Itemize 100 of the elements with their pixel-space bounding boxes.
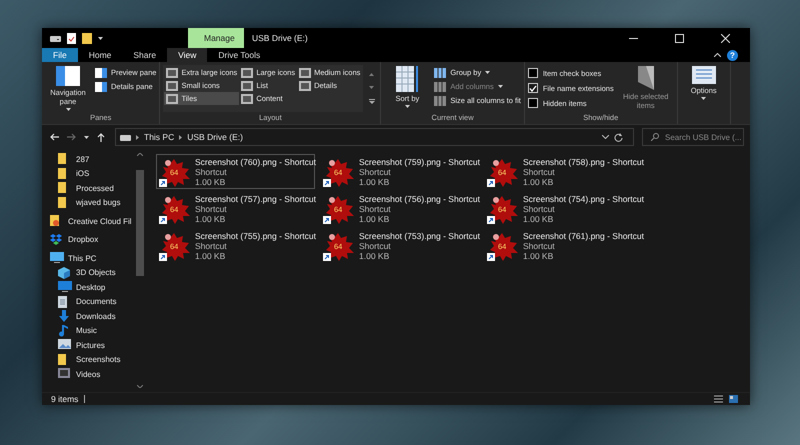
- item-count: 9 items: [51, 394, 78, 404]
- details-view-icon[interactable]: [714, 395, 723, 403]
- ribbon-tab[interactable]: Drive Tools: [207, 48, 272, 62]
- navigation-item[interactable]: wjaved bugs: [48, 196, 135, 210]
- caret-icon: [498, 85, 503, 88]
- sort-icon: [396, 66, 418, 92]
- hide-selected-icon: [638, 66, 654, 90]
- view-icon: [166, 68, 178, 78]
- back-arrow-icon[interactable]: [50, 133, 59, 141]
- shortcut-arrow-icon: [159, 178, 167, 186]
- navigation-item[interactable]: 3D Objects: [48, 266, 135, 280]
- downloads-icon: [58, 310, 72, 322]
- ribbon-tab[interactable]: Home: [78, 48, 122, 62]
- drive-icon[interactable]: [50, 34, 61, 42]
- pane-icon: [95, 68, 107, 78]
- file-size: 1.00 KB: [523, 176, 554, 186]
- scroll-down-icon: [137, 385, 143, 388]
- navigation-item[interactable]: Desktop: [48, 280, 135, 294]
- navigation-item[interactable]: This PC: [48, 251, 135, 266]
- scroll-down-icon[interactable]: [369, 86, 374, 89]
- maximize-icon[interactable]: [675, 34, 684, 42]
- expand-gallery-icon[interactable]: [369, 99, 376, 104]
- caret-icon[interactable]: [98, 36, 103, 40]
- close-icon[interactable]: [721, 34, 730, 42]
- navigation-item[interactable]: 287: [48, 152, 135, 166]
- dropdown-caret-icon[interactable]: [602, 135, 609, 139]
- search-icon: [651, 133, 659, 141]
- caret-icon: [404, 105, 410, 108]
- view-icon: [166, 94, 178, 104]
- tiles-view-icon[interactable]: [729, 395, 738, 403]
- chevron-icon: [136, 134, 139, 140]
- options-icon: [692, 66, 716, 84]
- view-icon: [241, 80, 254, 90]
- drive-icon: [120, 134, 131, 140]
- shortcut-arrow-icon: [487, 178, 495, 186]
- navigation-item[interactable]: Downloads: [48, 309, 135, 324]
- objects-icon: [58, 266, 72, 279]
- videos-icon: [58, 368, 72, 380]
- refresh-icon[interactable]: [614, 132, 623, 142]
- file-name: Screenshot (760).png - Shortcut: [195, 156, 316, 166]
- shortcut-arrow-icon: [323, 252, 331, 260]
- file-type: Shortcut: [359, 204, 392, 214]
- navigation-item[interactable]: Videos: [48, 367, 135, 382]
- file-size: 1.00 KB: [359, 250, 390, 260]
- view-icon: [241, 68, 254, 78]
- shortcut-arrow-icon: [323, 216, 331, 224]
- caret-icon: [485, 71, 490, 74]
- navigation-item[interactable]: Creative Cloud Fil: [48, 214, 135, 228]
- ribbon-tab[interactable]: Share: [122, 48, 168, 62]
- shortcut-arrow-icon: [487, 216, 495, 224]
- pc-icon: [50, 252, 64, 264]
- breadcrumb-link[interactable]: USB Drive (E:): [187, 132, 243, 142]
- up-arrow-icon[interactable]: [97, 132, 105, 142]
- file-size: 1.00 KB: [195, 176, 226, 186]
- caret-icon: [701, 97, 706, 100]
- context-tab-label: Manage: [188, 28, 244, 48]
- scroll-up-icon: [137, 153, 143, 156]
- scrollbar-thumb[interactable]: [136, 170, 144, 276]
- forward-arrow-icon[interactable]: [67, 133, 76, 141]
- window-title: USB Drive (E:): [252, 33, 309, 43]
- shortcut-arrow-icon: [159, 252, 167, 260]
- file-menu-tab[interactable]: File: [42, 48, 78, 62]
- navigation-item[interactable]: Dropbox: [48, 232, 135, 247]
- navigation-item[interactable]: Documents: [48, 294, 135, 309]
- collapse-ribbon-icon[interactable]: [714, 53, 721, 57]
- navigation-item[interactable]: Processed: [48, 181, 135, 196]
- ribbon-tab[interactable]: View: [167, 48, 208, 62]
- navigation-item[interactable]: iOS: [48, 166, 135, 181]
- navigation-item[interactable]: Screenshots: [48, 352, 135, 367]
- columns-icon: [434, 96, 446, 106]
- breadcrumb-link[interactable]: This PC: [144, 132, 174, 142]
- columns-icon: [434, 82, 446, 92]
- pictures-icon: [58, 339, 72, 352]
- address-bar[interactable]: This PC USB Drive (E:): [115, 128, 634, 146]
- file-name: Screenshot (755).png - Shortcut: [195, 230, 316, 240]
- caret-icon[interactable]: [84, 136, 89, 138]
- view-icon: [299, 68, 312, 78]
- checkmark-icon: [528, 84, 537, 92]
- file-name: Screenshot (753).png - Shortcut: [359, 230, 480, 240]
- scroll-up-icon[interactable]: [369, 73, 374, 76]
- file-type: Shortcut: [523, 204, 556, 214]
- folder-icon[interactable]: [82, 32, 92, 44]
- document-check-icon[interactable]: [67, 32, 76, 44]
- help-button[interactable]: ?: [727, 50, 738, 60]
- navigation-item[interactable]: Pictures: [48, 338, 135, 352]
- search-field[interactable]: Search USB Drive (...: [642, 128, 744, 146]
- file-name: Screenshot (757).png - Shortcut: [195, 194, 316, 204]
- pane-icon: [95, 82, 107, 92]
- file-type: Shortcut: [195, 240, 228, 250]
- navigation-item[interactable]: Music: [48, 324, 135, 338]
- file-size: 1.00 KB: [195, 250, 226, 260]
- view-icon: [166, 80, 178, 90]
- shortcut-arrow-icon: [159, 216, 167, 224]
- chevron-icon: [179, 134, 182, 140]
- file-size: 1.00 KB: [359, 214, 390, 224]
- file-size: 1.00 KB: [523, 250, 554, 260]
- file-name: Screenshot (759).png - Shortcut: [359, 156, 480, 166]
- navigation-pane-icon: [56, 66, 80, 86]
- file-type: Shortcut: [523, 240, 556, 250]
- shortcut-arrow-icon: [323, 178, 331, 186]
